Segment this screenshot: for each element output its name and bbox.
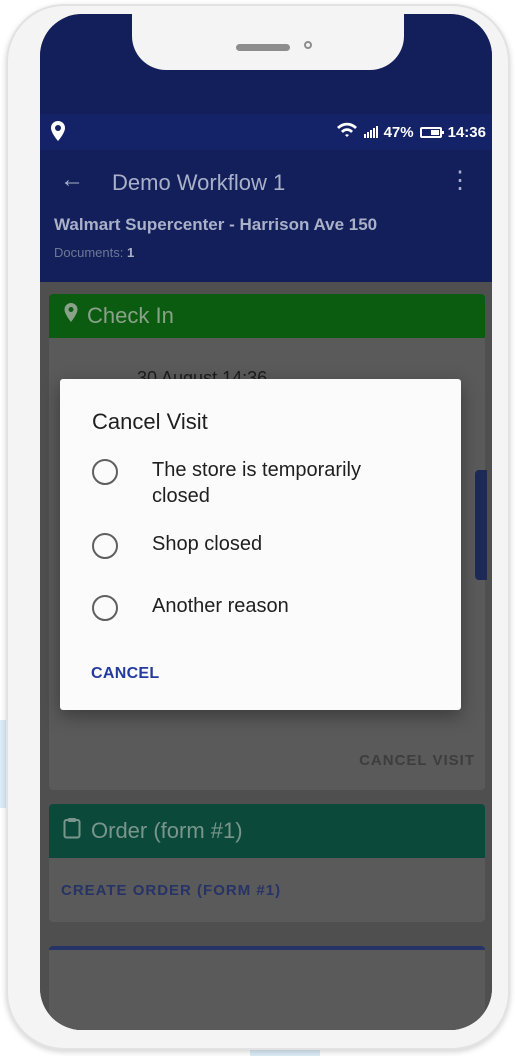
front-camera [304, 41, 312, 49]
back-arrow-icon[interactable]: ← [60, 166, 84, 194]
order-title: Order (form #1) [91, 818, 243, 843]
reason-option[interactable]: Shop closed [92, 531, 422, 559]
store-name: Walmart Supercenter - Harrison Ave 150 [54, 215, 378, 234]
reason-label: Another reason [152, 595, 289, 617]
battery-percent: 47% [383, 123, 414, 141]
status-icons: 47% 14:36 [336, 122, 486, 142]
reason-option[interactable]: Another reason [92, 593, 422, 621]
create-order-button[interactable]: CREATE ORDER (FORM #1) [61, 882, 281, 899]
radio-button[interactable] [92, 595, 118, 621]
order-header: Order (form #1) [49, 804, 485, 858]
checkin-header: Check In [49, 294, 485, 338]
next-card [49, 946, 485, 1030]
reason-label: The store is temporarily closed [152, 459, 361, 507]
checkin-title: Check In [87, 303, 174, 328]
documents-label: Documents: [54, 245, 124, 260]
documents-value: 1 [127, 245, 135, 260]
location-pin-icon [63, 303, 79, 329]
documents-count: Documents: 1 [54, 245, 134, 260]
radio-button[interactable] [92, 533, 118, 559]
battery-icon [419, 126, 444, 138]
speaker-grille [236, 44, 290, 51]
wifi-icon [336, 122, 358, 142]
dialog-cancel-button[interactable]: CANCEL [91, 665, 159, 683]
order-card: Order (form #1) CREATE ORDER (FORM #1) [49, 804, 485, 922]
cancel-visit-dialog: Cancel Visit The store is temporarily cl… [60, 379, 461, 710]
clipboard-icon [63, 817, 81, 845]
location-pin-icon [48, 120, 68, 148]
page-title: Demo Workflow 1 [112, 170, 286, 195]
radio-button[interactable] [92, 459, 118, 485]
photo-thumbnail[interactable] [475, 470, 487, 580]
signal-icon [363, 126, 378, 138]
phone-notch [132, 14, 404, 70]
more-options-icon[interactable]: ⋮ [448, 166, 472, 195]
clock: 14:36 [447, 123, 486, 141]
reason-option[interactable]: The store is temporarily closed [92, 457, 422, 509]
reason-label: Shop closed [152, 533, 263, 555]
status-bar: 47% 14:36 [40, 114, 492, 150]
dialog-title: Cancel Visit [92, 409, 208, 434]
cancel-visit-button[interactable]: CANCEL VISIT [359, 752, 475, 769]
